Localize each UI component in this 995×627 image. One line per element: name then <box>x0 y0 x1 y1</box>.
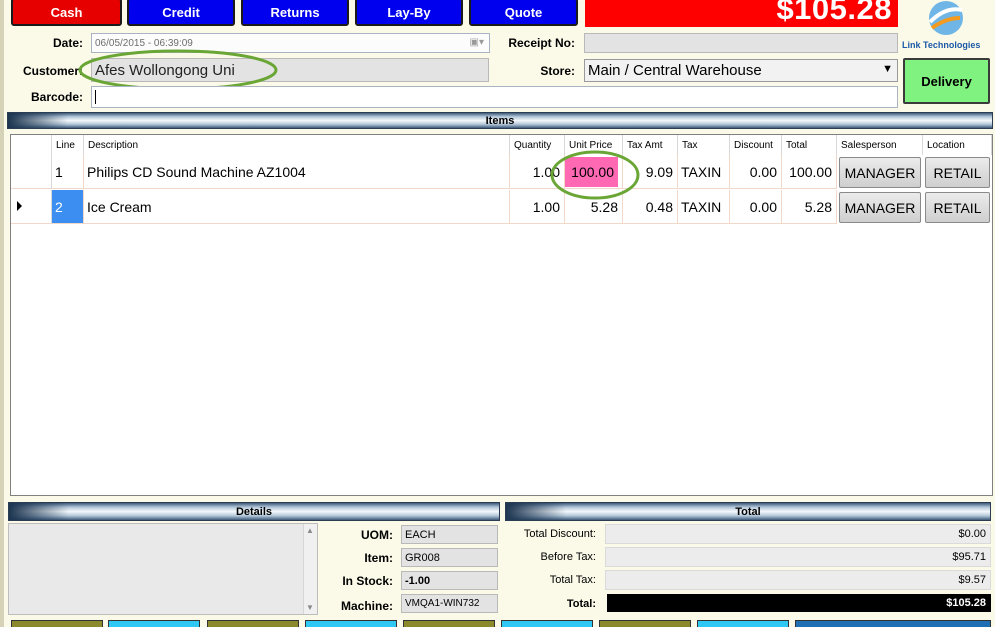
bottom-button-3[interactable] <box>207 620 299 627</box>
uom-label: UOM: <box>361 528 393 542</box>
cell-discount[interactable]: 0.00 <box>730 155 782 189</box>
total-banner: $105.28 <box>585 0 898 27</box>
date-value: 06/05/2015 - 06:39:09 <box>95 37 193 49</box>
bottom-button-6[interactable] <box>501 620 593 627</box>
in-stock-value: -1.00 <box>405 574 431 587</box>
text-cursor <box>95 90 96 104</box>
salesperson-button[interactable]: MANAGER <box>839 192 921 223</box>
col-header-tax[interactable]: Tax <box>678 135 730 155</box>
totals-header: Total <box>505 502 991 521</box>
total-discount-label: Total Discount: <box>523 528 596 540</box>
scroll-up-icon[interactable]: ▲ <box>306 526 314 535</box>
current-row-arrow-icon <box>17 201 22 211</box>
cell-total[interactable]: 5.28 <box>782 190 837 224</box>
delivery-button[interactable]: Delivery <box>903 58 990 104</box>
bottom-button-1[interactable] <box>11 620 103 627</box>
cell-line[interactable]: 2 <box>52 190 84 224</box>
bottom-button-2[interactable] <box>108 620 200 627</box>
cell-discount[interactable]: 0.00 <box>730 190 782 224</box>
bottom-button-4[interactable] <box>305 620 397 627</box>
totals-title: Total <box>735 505 761 518</box>
uom-value: EACH <box>405 528 436 541</box>
credit-button[interactable]: Credit <box>127 0 235 26</box>
bottom-button-9[interactable] <box>795 620 991 627</box>
machine-field: VMQA1-WIN732 <box>401 594 498 613</box>
col-header-total[interactable]: Total <box>782 135 837 155</box>
grand-total-label: Total: <box>566 598 596 610</box>
location-button[interactable]: RETAIL <box>925 157 990 188</box>
date-label: Date: <box>52 36 83 50</box>
cell-tax[interactable]: TAXIN <box>678 190 730 224</box>
returns-button[interactable]: Returns <box>241 0 349 26</box>
machine-label: Machine: <box>340 599 393 613</box>
barcode-input[interactable] <box>91 86 898 108</box>
location-button[interactable]: RETAIL <box>925 192 990 223</box>
grand-total-value: $105.28 <box>607 594 991 612</box>
item-value: GR008 <box>405 551 440 564</box>
barcode-label: Barcode: <box>30 90 83 104</box>
before-tax-label: Before Tax: <box>540 551 596 563</box>
items-title: Items <box>485 114 515 127</box>
items-grid[interactable]: Line Description Quantity Unit Price Tax… <box>10 134 993 496</box>
col-header-discount[interactable]: Discount <box>730 135 782 155</box>
row-selector[interactable] <box>11 155 52 189</box>
total-discount-value: $0.00 <box>605 524 991 544</box>
col-header-salesperson[interactable]: Salesperson <box>837 135 923 155</box>
bottom-button-8[interactable] <box>697 620 789 627</box>
cell-total[interactable]: 100.00 <box>782 155 837 189</box>
customer-label: Customer: <box>22 64 83 78</box>
in-stock-label: In Stock: <box>342 574 393 588</box>
before-tax-value: $95.71 <box>605 547 991 567</box>
uom-field: EACH <box>401 525 498 544</box>
item-label: Item: <box>364 551 393 565</box>
chevron-down-icon[interactable]: ▼ <box>882 63 893 75</box>
details-title: Details <box>235 505 273 518</box>
logo-icon <box>928 1 963 35</box>
layby-button[interactable]: Lay-By <box>355 0 463 26</box>
bottom-button-5[interactable] <box>403 620 495 627</box>
cash-button[interactable]: Cash <box>11 0 122 26</box>
details-notes-box[interactable]: ▲ ▼ <box>8 523 318 615</box>
total-tax-label: Total Tax: <box>549 574 596 586</box>
cell-line[interactable]: 1 <box>52 155 84 189</box>
receipt-field <box>584 33 898 53</box>
item-field: GR008 <box>401 548 498 567</box>
store-value: Main / Central Warehouse <box>588 62 762 79</box>
total-tax-value: $9.57 <box>605 570 991 590</box>
machine-value: VMQA1-WIN732 <box>405 598 480 609</box>
table-row[interactable]: 2 Ice Cream 1.00 5.28 0.48 TAXIN 0.00 5.… <box>11 190 992 224</box>
row-selector[interactable] <box>11 190 52 224</box>
details-scrollbar[interactable]: ▲ ▼ <box>303 524 317 614</box>
cell-description[interactable]: Philips CD Sound Machine AZ1004 <box>84 155 510 189</box>
company-logo: Link Technologies <box>900 0 995 54</box>
cell-description[interactable]: Ice Cream <box>84 190 510 224</box>
delivery-label: Delivery <box>921 73 972 89</box>
store-label: Store: <box>540 64 575 78</box>
total-banner-amount: $105.28 <box>776 0 892 26</box>
row-header-column <box>11 135 52 155</box>
in-stock-field: -1.00 <box>401 571 498 590</box>
table-row[interactable]: 1 Philips CD Sound Machine AZ1004 1.00 1… <box>11 155 992 189</box>
receipt-label: Receipt No: <box>508 36 575 50</box>
quote-button[interactable]: Quote <box>469 0 578 26</box>
details-header: Details <box>8 502 500 521</box>
salesperson-button[interactable]: MANAGER <box>839 157 921 188</box>
col-header-line[interactable]: Line <box>52 135 84 155</box>
logo-text: Link Technologies <box>902 40 981 50</box>
items-header: Items <box>7 112 993 129</box>
left-edge <box>0 0 4 627</box>
unit-price-annotation-circle <box>550 150 640 200</box>
store-select[interactable]: Main / Central Warehouse ▼ <box>584 59 898 82</box>
col-header-location[interactable]: Location <box>923 135 992 155</box>
scroll-down-icon[interactable]: ▼ <box>306 603 314 612</box>
bottom-button-7[interactable] <box>599 620 691 627</box>
cell-tax[interactable]: TAXIN <box>678 155 730 189</box>
col-header-description[interactable]: Description <box>84 135 510 155</box>
